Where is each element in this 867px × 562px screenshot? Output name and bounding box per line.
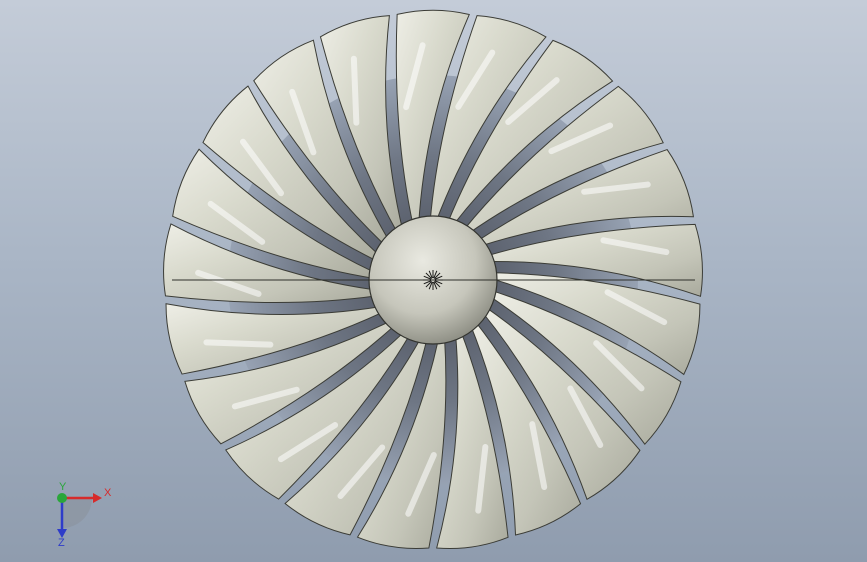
x-arrowhead-icon: [93, 493, 102, 503]
view-triad: X Y Z: [44, 478, 124, 549]
y-axis-dot-icon: [57, 493, 67, 503]
fan-model[interactable]: [0, 0, 867, 562]
y-axis-label: Y: [59, 481, 67, 493]
x-axis-label: X: [104, 487, 112, 499]
graphics-viewport[interactable]: X Y Z: [0, 0, 867, 562]
blade-highlight: [203, 339, 274, 348]
z-axis-label: Z: [58, 537, 65, 548]
triad-shadow: [62, 498, 92, 528]
blade-highlight: [350, 55, 360, 126]
